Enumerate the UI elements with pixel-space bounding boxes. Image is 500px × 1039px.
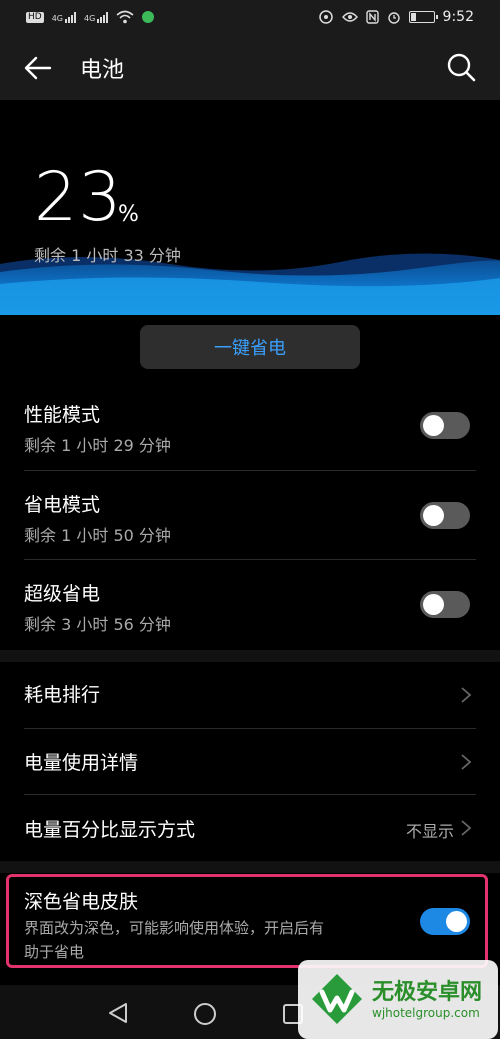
menu-item-label: 电量使用详情 [24, 752, 139, 774]
watermark-logo-icon [312, 974, 362, 1024]
divider [24, 559, 476, 560]
performance-mode-toggle[interactable] [420, 412, 470, 439]
app-bar: 电池 [0, 34, 500, 100]
chevron-right-icon [461, 687, 472, 703]
network-type-label-2: 4G [84, 14, 96, 23]
clock: 9:52 [442, 9, 474, 25]
nfc-icon [365, 10, 379, 24]
signal-icon: 4G [52, 11, 76, 23]
wifi-icon [116, 10, 134, 24]
signal-icon-2: 4G [84, 11, 109, 23]
mode-row-performance[interactable]: 性能模式 剩余 1 小时 29 分钟 [0, 392, 500, 470]
battery-remaining-time: 剩余 1 小时 33 分钟 [34, 246, 181, 265]
eye-comfort-icon [318, 10, 333, 24]
back-arrow-icon[interactable] [22, 52, 54, 84]
nav-back-icon[interactable] [106, 1001, 130, 1025]
mode-subtitle: 剩余 3 小时 56 分钟 [24, 615, 171, 634]
status-right: 9:52 [318, 9, 474, 25]
mode-title: 省电模式 [24, 494, 101, 516]
watermark-logo: 无极安卓网 wjhotelgroup.com [298, 960, 498, 1039]
network-type-label: 4G [51, 14, 63, 23]
menu-item-percentage-display[interactable]: 电量百分比显示方式 不显示 [0, 795, 500, 861]
percent-sign: % [118, 202, 139, 227]
battery-percentage: 23 [34, 158, 123, 237]
hd-badge: HD [26, 11, 44, 23]
mode-row-power-saving[interactable]: 省电模式 剩余 1 小时 50 分钟 [0, 482, 500, 560]
menu-item-label: 耗电排行 [24, 684, 101, 706]
mode-subtitle: 剩余 1 小时 50 分钟 [24, 526, 171, 545]
watermark-title: 无极安卓网 [372, 980, 483, 1005]
eye-icon [341, 12, 358, 22]
menu-item-value: 不显示 [405, 822, 454, 841]
battery-hero: 23 % 剩余 1 小时 33 分钟 [0, 100, 500, 315]
one-key-save-button[interactable]: 一键省电 [140, 325, 360, 369]
highlight-frame [6, 874, 488, 968]
menu-item-label: 电量百分比显示方式 [24, 819, 196, 841]
app-notification-icon [142, 11, 155, 23]
mode-subtitle: 剩余 1 小时 29 分钟 [24, 436, 171, 455]
page-title: 电池 [80, 58, 125, 83]
mode-row-ultra-saving[interactable]: 超级省电 剩余 3 小时 56 分钟 [0, 571, 500, 649]
section-gap [0, 650, 500, 662]
power-saving-mode-toggle[interactable] [420, 502, 470, 529]
nav-home-icon[interactable] [192, 1001, 218, 1027]
ultra-power-saving-toggle[interactable] [420, 591, 470, 618]
divider [24, 470, 476, 471]
section-gap [0, 861, 500, 873]
mode-title: 性能模式 [24, 404, 101, 426]
mode-title: 超级省电 [24, 583, 101, 605]
menu-item-power-ranking[interactable]: 耗电排行 [0, 662, 500, 728]
status-left: HD 4G 4G [26, 10, 155, 24]
battery-icon [408, 11, 438, 23]
menu-item-usage-details[interactable]: 电量使用详情 [0, 729, 500, 795]
chevron-right-icon [461, 754, 472, 770]
alarm-icon [387, 12, 400, 24]
chevron-right-icon [461, 820, 472, 836]
watermark-url: wjhotelgroup.com [372, 1006, 480, 1020]
search-icon[interactable] [446, 52, 476, 82]
status-bar: HD 4G 4G 9:52 [0, 0, 500, 34]
